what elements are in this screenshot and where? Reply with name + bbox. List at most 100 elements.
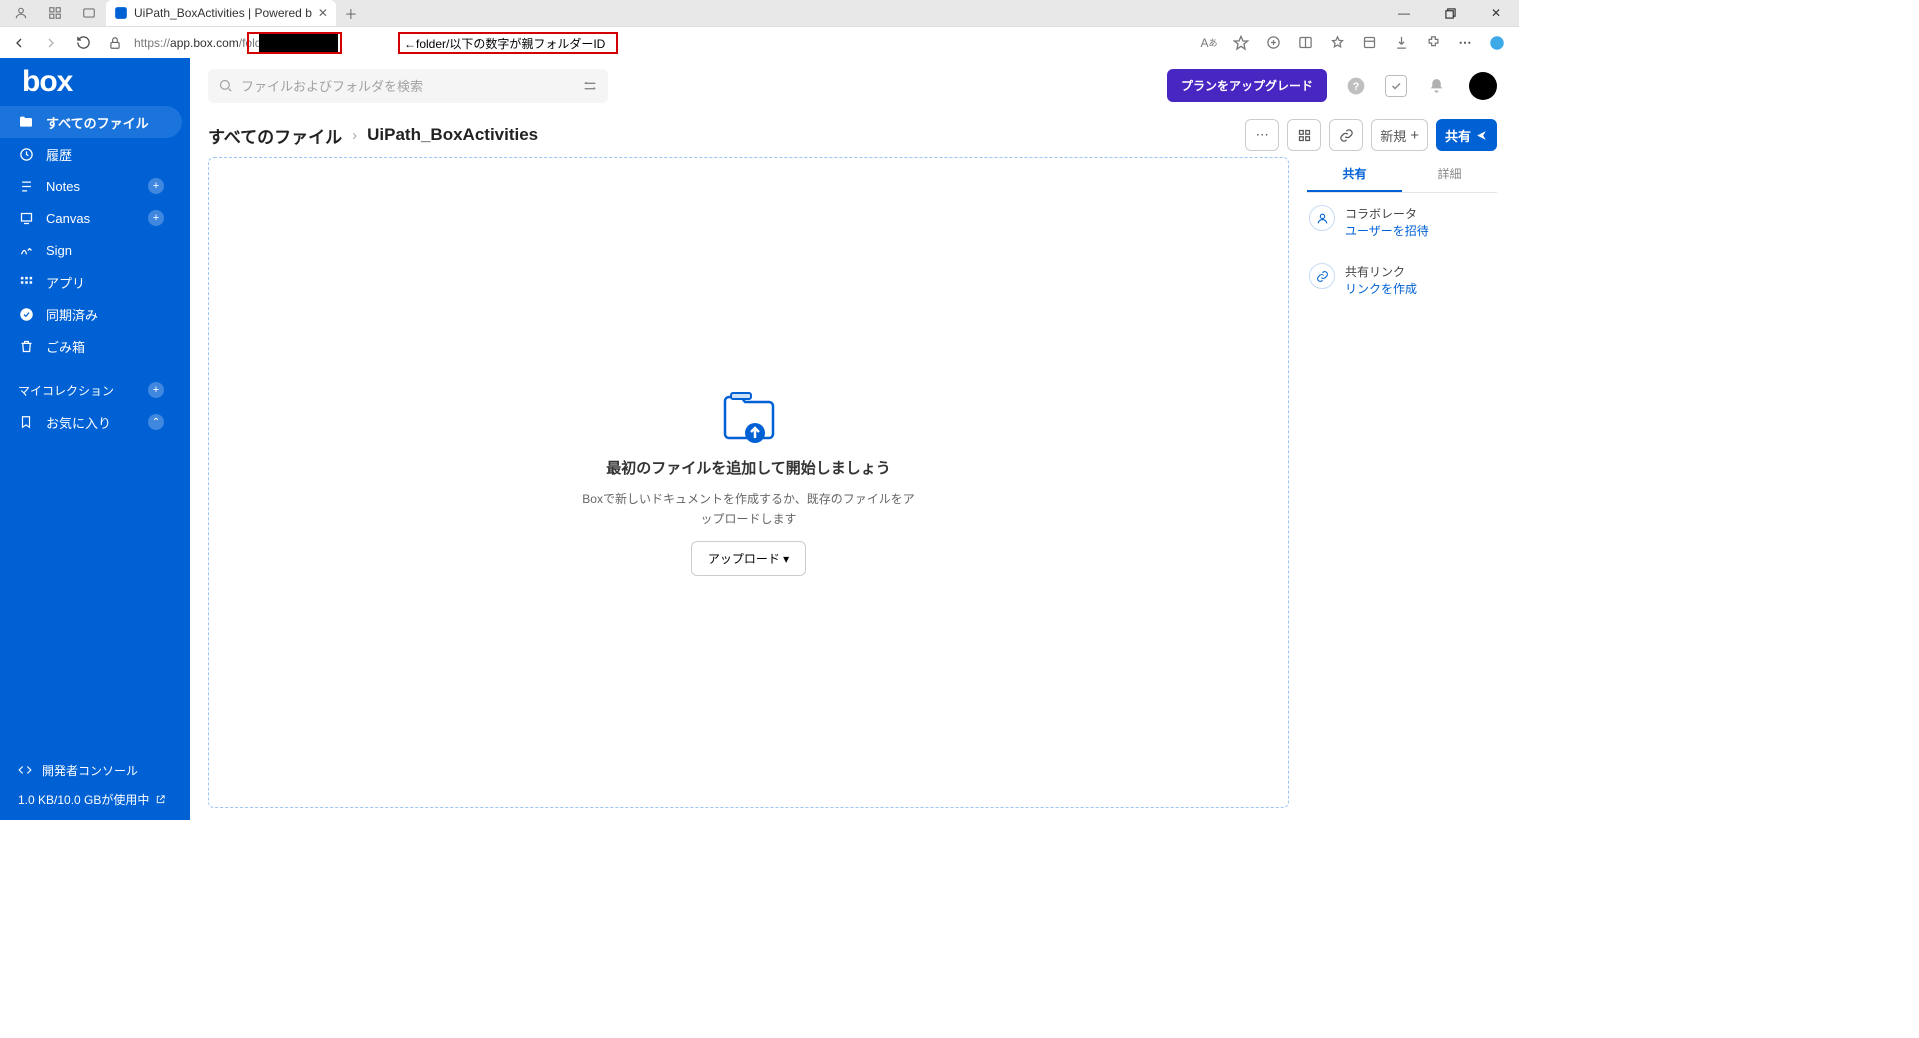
sidebar-item-trash[interactable]: ごみ箱 xyxy=(0,330,182,362)
sidebar-item-label: Canvas xyxy=(46,211,90,226)
developer-console-link[interactable]: 開発者コンソール xyxy=(18,755,172,785)
sidebar-item-label: ごみ箱 xyxy=(46,337,85,356)
trash-icon xyxy=(18,338,34,354)
tab-close-icon[interactable]: ✕ xyxy=(318,6,328,20)
sidebar-item-label: すべてのファイル xyxy=(46,113,149,132)
grid-icon xyxy=(18,274,34,290)
invite-users-link[interactable]: ユーザーを招待 xyxy=(1345,222,1429,239)
storage-usage[interactable]: 1.0 KB/10.0 GBが使用中 xyxy=(18,791,172,808)
search-input[interactable]: ファイルおよびフォルダを検索 xyxy=(208,69,608,103)
search-placeholder: ファイルおよびフォルダを検索 xyxy=(241,76,423,95)
back-button[interactable] xyxy=(6,30,32,56)
chevron-up-icon[interactable]: ⌃ xyxy=(148,414,164,430)
profile-icon[interactable] xyxy=(4,0,38,26)
browser-url-bar: https://app.box.com/folder/24 ←folder/以下… xyxy=(0,26,1519,58)
check-icon xyxy=(18,306,34,322)
sidebar-item-apps[interactable]: アプリ xyxy=(0,266,182,298)
add-icon[interactable]: + xyxy=(148,178,164,194)
note-icon xyxy=(18,178,34,194)
external-link-icon xyxy=(155,794,166,805)
sidebar: box すべてのファイル 履歴 Notes + Canvas + Sign アプ… xyxy=(0,58,190,820)
dropzone-title: 最初のファイルを追加して開始しましょう xyxy=(606,457,891,478)
box-logo[interactable]: box xyxy=(0,58,190,106)
shopping-icon[interactable] xyxy=(1257,30,1289,56)
clock-icon xyxy=(18,146,34,162)
sidebar-item-sign[interactable]: Sign xyxy=(0,234,182,266)
user-icon xyxy=(1309,205,1335,231)
sidebar-item-label: Notes xyxy=(46,179,80,194)
tab-details[interactable]: 詳細 xyxy=(1402,157,1497,192)
site-lock-icon[interactable] xyxy=(102,30,128,56)
share-link-button[interactable] xyxy=(1329,119,1363,151)
downloads-icon[interactable] xyxy=(1385,30,1417,56)
sidebar-item-label: 同期済み xyxy=(46,305,98,324)
chevron-right-icon: › xyxy=(352,127,357,144)
sidebar-section-collections[interactable]: マイコレクション + xyxy=(0,374,182,406)
forward-button xyxy=(38,30,64,56)
sidebar-item-favorites[interactable]: お気に入り ⌃ xyxy=(0,406,182,438)
collections-icon[interactable] xyxy=(1353,30,1385,56)
right-panel: 共有 詳細 コラボレータ ユーザーを招待 共有リンク リンクを作成 xyxy=(1307,157,1497,808)
annotation-redacted xyxy=(259,34,338,52)
favorites-bar-icon[interactable] xyxy=(1321,30,1353,56)
sign-icon xyxy=(18,242,34,258)
workspaces-icon[interactable] xyxy=(38,0,72,26)
create-link-link[interactable]: リンクを作成 xyxy=(1345,280,1417,297)
bookmark-icon xyxy=(18,414,34,430)
upgrade-button[interactable]: プランをアップグレード xyxy=(1167,69,1327,102)
sidebar-item-synced[interactable]: 同期済み xyxy=(0,298,182,330)
browser-tab[interactable]: UiPath_BoxActivities | Powered b ✕ xyxy=(106,0,336,26)
svg-text:?: ? xyxy=(1353,81,1360,93)
breadcrumb-current: UiPath_BoxActivities xyxy=(367,125,538,145)
notifications-icon[interactable] xyxy=(1421,71,1451,101)
dropzone-subtitle: Boxで新しいドキュメントを作成するか、既存のファイルをアップロードします xyxy=(579,490,919,528)
window-minimize-button[interactable]: — xyxy=(1381,0,1427,26)
tab-overview-icon[interactable] xyxy=(72,0,106,26)
sidebar-item-label: Sign xyxy=(46,243,72,258)
tasks-icon[interactable] xyxy=(1385,75,1407,97)
sidebar-item-label: お気に入り xyxy=(46,413,111,432)
add-icon[interactable]: + xyxy=(148,210,164,226)
window-maximize-button[interactable] xyxy=(1427,0,1473,26)
breadcrumb-root[interactable]: すべてのファイル xyxy=(208,123,342,148)
sidebar-item-notes[interactable]: Notes + xyxy=(0,170,182,202)
sidebar-item-label: 履歴 xyxy=(46,145,72,164)
reading-mode-icon[interactable]: Aあ xyxy=(1193,30,1225,56)
sidebar-item-recents[interactable]: 履歴 xyxy=(0,138,182,170)
annotation-label: ←folder/以下の数字が親フォルダーID xyxy=(398,32,618,54)
extensions-icon[interactable] xyxy=(1417,30,1449,56)
window-close-button[interactable]: ✕ xyxy=(1473,0,1519,26)
add-icon[interactable]: + xyxy=(148,382,164,398)
refresh-button[interactable] xyxy=(70,30,96,56)
box-favicon-icon xyxy=(114,6,128,20)
sidebar-item-label: アプリ xyxy=(46,273,85,292)
help-icon[interactable]: ? xyxy=(1341,71,1371,101)
grid-view-button[interactable] xyxy=(1287,119,1321,151)
code-icon xyxy=(18,763,32,777)
more-actions-button[interactable]: ⋯ xyxy=(1245,119,1279,151)
user-avatar[interactable] xyxy=(1469,72,1497,100)
collaborator-title: コラボレータ xyxy=(1345,205,1429,222)
sidebar-item-all-files[interactable]: すべてのファイル xyxy=(0,106,182,138)
sidebar-item-canvas[interactable]: Canvas + xyxy=(0,202,182,234)
tab-share[interactable]: 共有 xyxy=(1307,157,1402,192)
share-button[interactable]: 共有 xyxy=(1436,119,1497,151)
empty-folder-dropzone[interactable]: 最初のファイルを追加して開始しましょう Boxで新しいドキュメントを作成するか、… xyxy=(208,157,1289,808)
split-screen-icon[interactable] xyxy=(1289,30,1321,56)
link-icon xyxy=(1309,263,1335,289)
folder-icon xyxy=(18,114,34,130)
new-button[interactable]: 新規+ xyxy=(1371,119,1428,151)
canvas-icon xyxy=(18,210,34,226)
main-content: ファイルおよびフォルダを検索 プランをアップグレード ? すべてのファイル › … xyxy=(190,58,1519,820)
favorite-icon[interactable] xyxy=(1225,30,1257,56)
upload-folder-icon xyxy=(717,389,781,445)
copilot-icon[interactable] xyxy=(1481,30,1513,56)
sidebar-section-label: マイコレクション xyxy=(18,382,114,399)
tab-title: UiPath_BoxActivities | Powered b xyxy=(134,6,312,20)
browser-tab-bar: UiPath_BoxActivities | Powered b ✕ ＋ — ✕ xyxy=(0,0,1519,26)
upload-button[interactable]: アップロード ▾ xyxy=(691,541,806,576)
new-tab-button[interactable]: ＋ xyxy=(336,0,366,26)
more-icon[interactable]: ⋯ xyxy=(1449,30,1481,56)
sharelink-title: 共有リンク xyxy=(1345,263,1417,280)
search-filter-icon[interactable] xyxy=(582,78,598,94)
